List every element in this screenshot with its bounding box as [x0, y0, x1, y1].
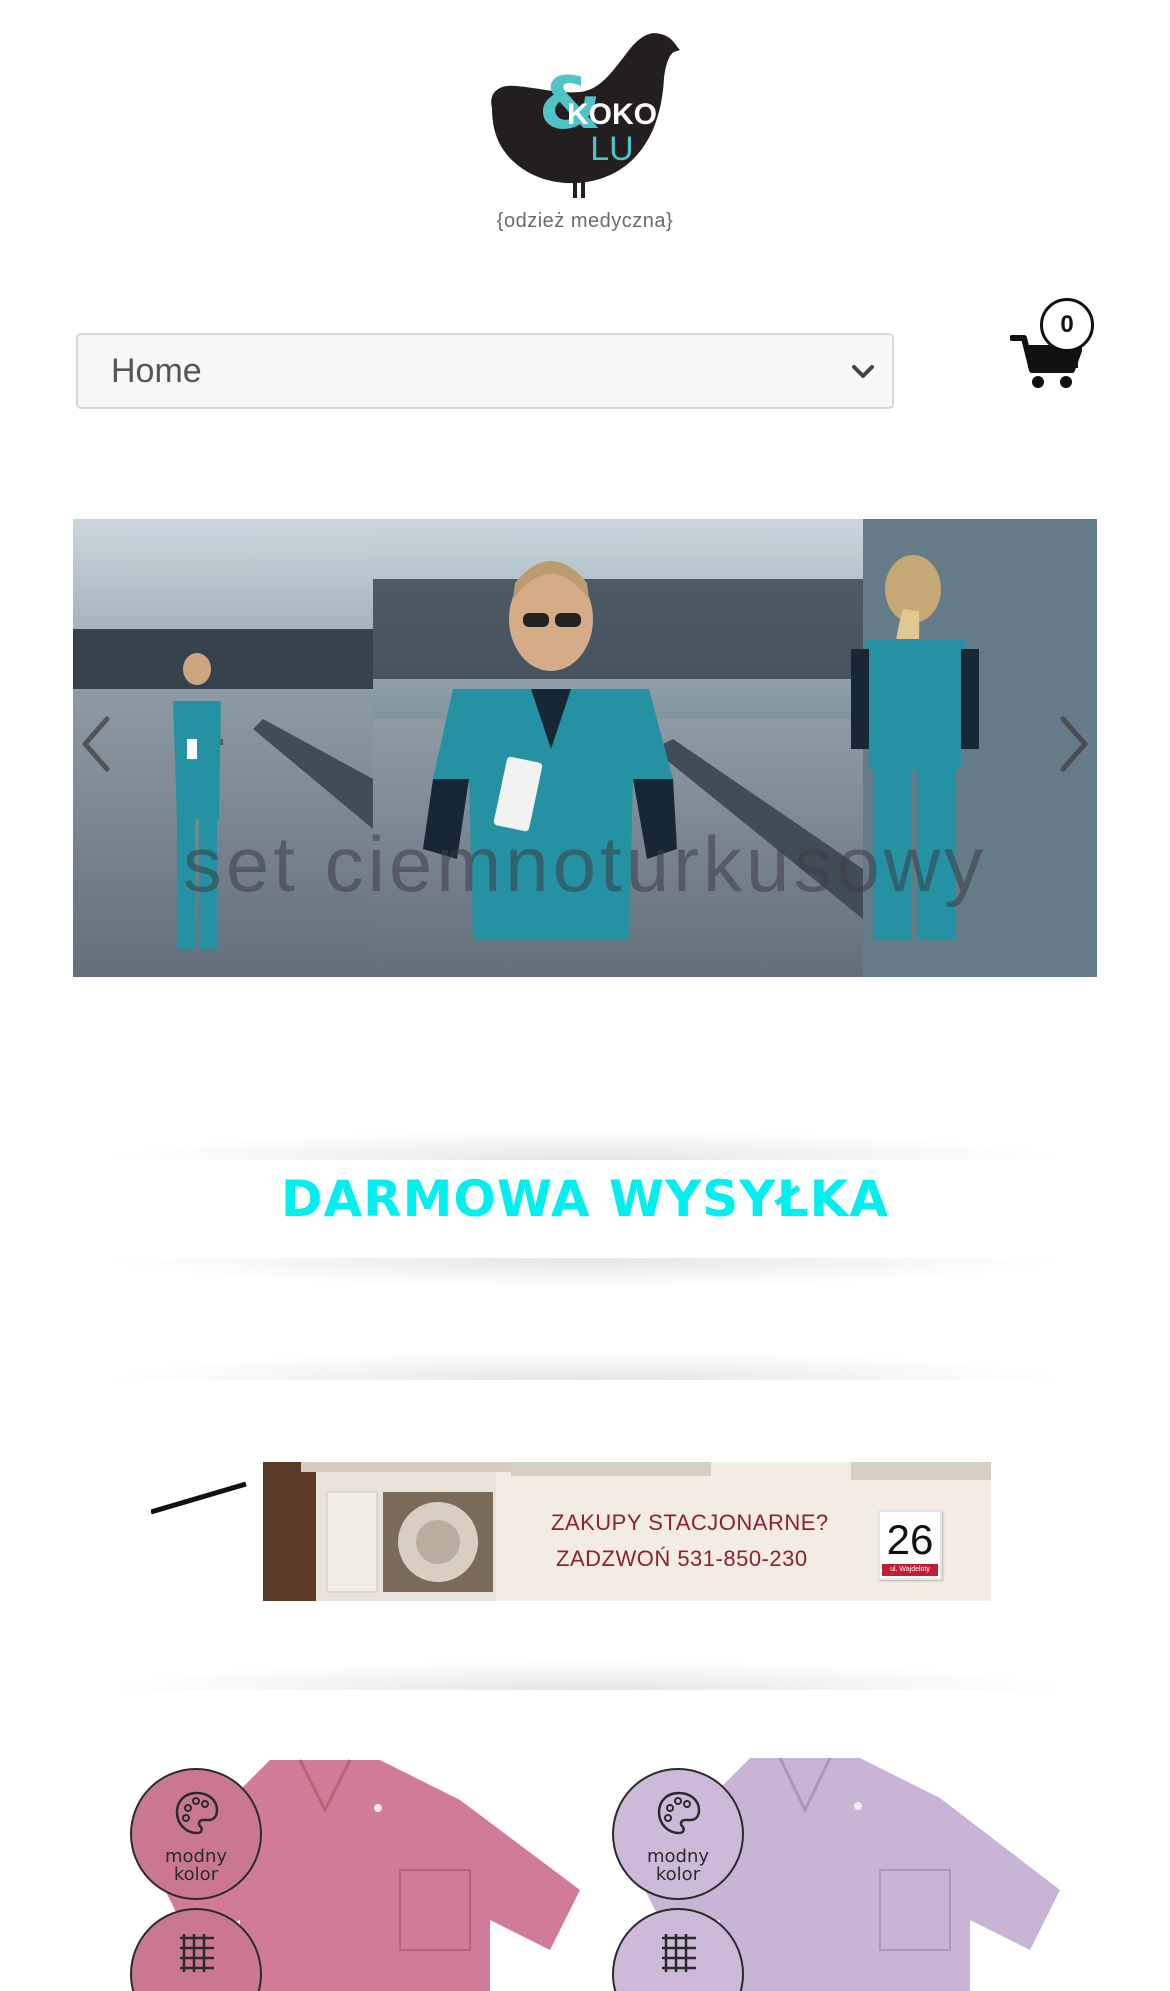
- badge-text-line2: kolor: [173, 1864, 219, 1885]
- badge-fashion-color: modny kolor: [612, 1768, 744, 1900]
- store-banner-line1: ZAKUPY STACJONARNE?: [551, 1510, 829, 1535]
- cart-count-badge: 0: [1040, 298, 1094, 352]
- site-logo[interactable]: & KOKO LU {odzież medyczna}: [480, 22, 690, 242]
- hero-caption: set ciemnoturkusowy: [182, 820, 988, 908]
- logo-word-lu: LU: [590, 130, 633, 168]
- section-divider: [100, 1130, 1070, 1160]
- free-shipping-banner: DARMOWA WYSYŁKA: [280, 1170, 890, 1228]
- product-card[interactable]: modny kolor wiskoza: [600, 1740, 1070, 1991]
- logo-tagline: {odzież medyczna}: [496, 210, 674, 232]
- section-divider: [100, 1258, 1070, 1288]
- house-number-sign: 26 ul. Wajdeloty: [878, 1510, 942, 1580]
- section-divider: [100, 1660, 1070, 1690]
- chevron-down-icon: [852, 365, 874, 378]
- fabric-icon: [662, 1934, 696, 1972]
- hero-slider[interactable]: set ciemnoturkusowy: [73, 519, 1097, 977]
- section-divider: [100, 1350, 1070, 1380]
- nav-menu-select[interactable]: Home: [76, 333, 894, 409]
- badge-fashion-color: modny kolor: [130, 1768, 262, 1900]
- store-contact-banner[interactable]: ZAKUPY STACJONARNE? ZADZWOŃ 531-850-230 …: [151, 1462, 1016, 1601]
- badge-text-line2: kolor: [655, 1864, 701, 1885]
- store-banner-phone: ZADZWOŃ 531-850-230: [556, 1546, 808, 1571]
- chevron-right-icon[interactable]: [1053, 709, 1093, 779]
- palette-icon: [657, 1791, 701, 1835]
- product-card[interactable]: modny kolor wiskoza: [120, 1740, 590, 1991]
- page: & KOKO LU {odzież medyczna} Home 0 set c…: [0, 0, 1170, 1991]
- house-number: 26: [886, 1516, 934, 1563]
- logo-word-koko: KOKO: [567, 98, 657, 131]
- palette-icon: [175, 1791, 219, 1835]
- bird-logo-icon: & KOKO LU: [491, 33, 680, 198]
- fabric-icon: [180, 1934, 214, 1972]
- chevron-left-icon[interactable]: [77, 709, 117, 779]
- street-name: ul. Wajdeloty: [882, 1564, 938, 1576]
- cart-button[interactable]: 0: [1010, 298, 1110, 390]
- nav-selected-label: Home: [111, 351, 202, 390]
